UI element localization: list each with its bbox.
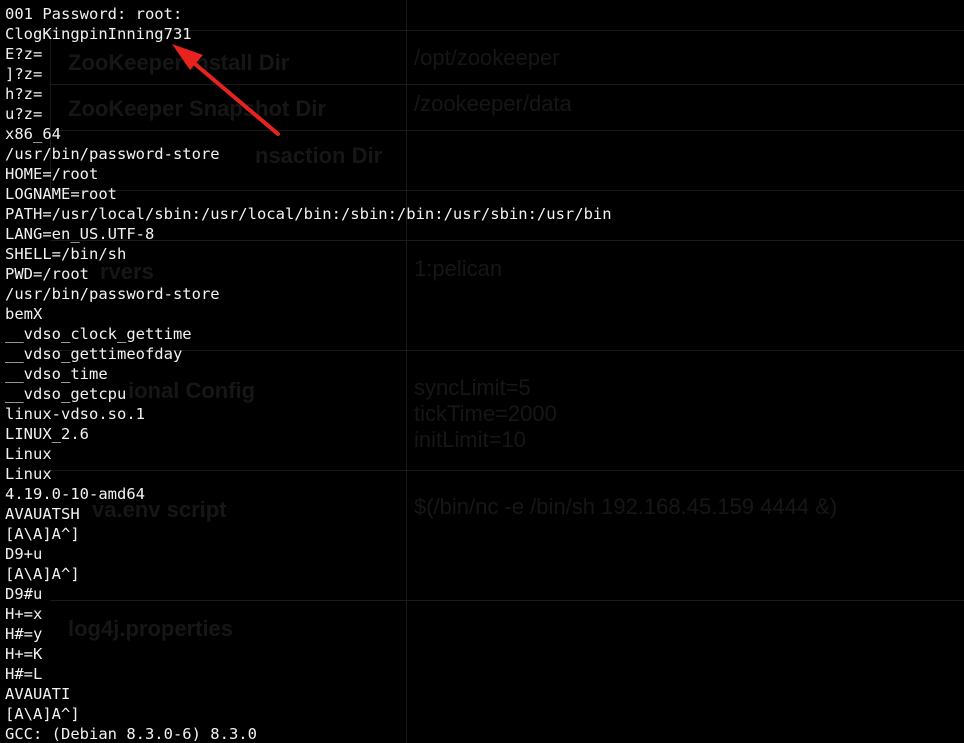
terminal-line: u?z= — [5, 105, 43, 123]
terminal-line: PWD=/root — [5, 265, 89, 283]
terminal-line: ]?z= — [5, 65, 43, 83]
terminal-line: __vdso_clock_gettime — [5, 325, 192, 343]
terminal-line: h?z= — [5, 85, 43, 103]
terminal-line: GCC: (Debian 8.3.0-6) 8.3.0 — [5, 725, 257, 743]
terminal-line: HOME=/root — [5, 165, 99, 183]
terminal-line: bemX — [5, 305, 43, 323]
terminal-line: H#=L — [5, 665, 43, 683]
terminal-line: 001 Password: root: — [5, 5, 183, 23]
terminal-line: __vdso_getcpu — [5, 385, 127, 403]
terminal-line: H+=K — [5, 645, 43, 663]
terminal-line: LINUX_2.6 — [5, 425, 89, 443]
terminal-line: E?z= — [5, 45, 43, 63]
terminal-line: /usr/bin/password-store — [5, 145, 220, 163]
terminal-line: /usr/bin/password-store — [5, 285, 220, 303]
terminal-line: H#=y — [5, 625, 43, 643]
terminal-line: D9#u — [5, 585, 43, 603]
terminal-line: D9+u — [5, 545, 43, 563]
terminal-output: 001 Password: root: ClogKingpinInning731… — [5, 4, 612, 743]
terminal-line: LOGNAME=root — [5, 185, 117, 203]
terminal-line: Linux — [5, 445, 52, 463]
terminal-line: [A\A]A^] — [5, 525, 80, 543]
terminal-line-password: ClogKingpinInning731 — [5, 25, 192, 43]
terminal-line: 4.19.0-10-amd64 — [5, 485, 145, 503]
terminal-line: Linux — [5, 465, 52, 483]
terminal-line: PATH=/usr/local/sbin:/usr/local/bin:/sbi… — [5, 205, 612, 223]
terminal-line: AVAUATSH — [5, 505, 80, 523]
terminal-line: H+=x — [5, 605, 43, 623]
terminal-screen: ZooKeeper Install Dir /opt/zookeeper Zoo… — [0, 0, 964, 743]
terminal-line: [A\A]A^] — [5, 705, 80, 723]
terminal-line: LANG=en_US.UTF-8 — [5, 225, 155, 243]
terminal-line: [A\A]A^] — [5, 565, 80, 583]
terminal-line: linux-vdso.so.1 — [5, 405, 145, 423]
terminal-line: AVAUATI — [5, 685, 71, 703]
terminal-line: SHELL=/bin/sh — [5, 245, 127, 263]
terminal-line: __vdso_gettimeofday — [5, 345, 183, 363]
terminal-line: __vdso_time — [5, 365, 108, 383]
terminal-line: x86_64 — [5, 125, 61, 143]
